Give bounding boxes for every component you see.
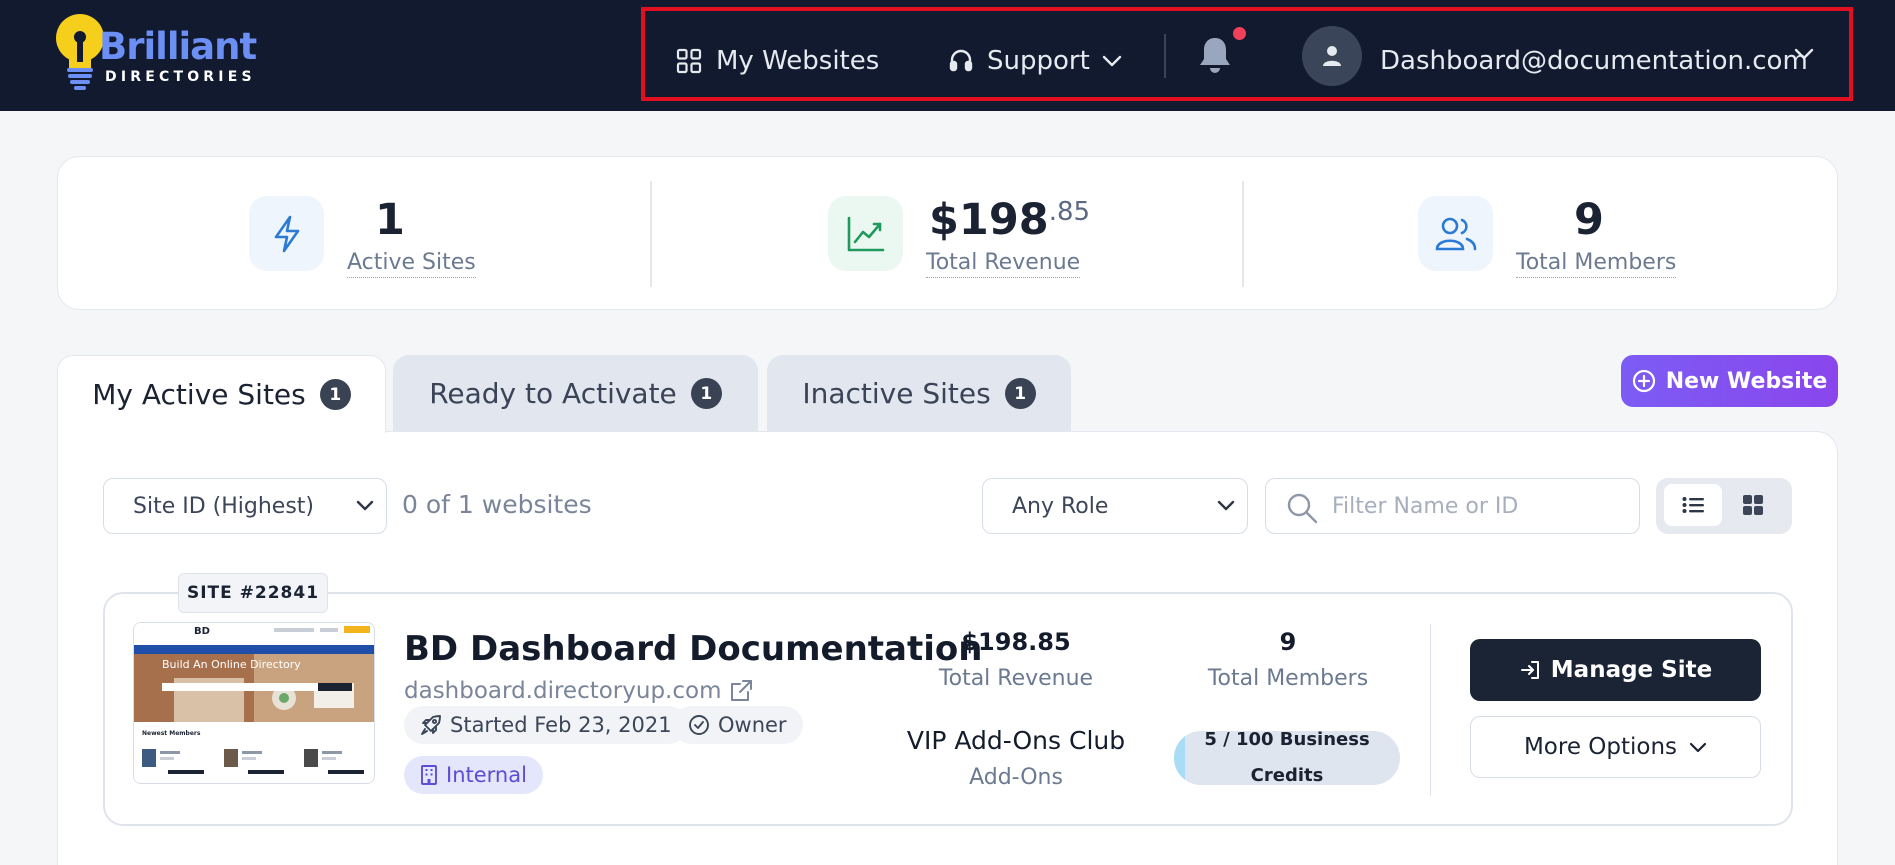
total-revenue-value: $198.85	[929, 199, 1090, 242]
tab-label: Ready to Activate	[429, 377, 677, 410]
plus-circle-icon	[1632, 369, 1655, 393]
site-revenue-label: Total Revenue	[938, 666, 1094, 691]
started-date-text: Started Feb 23, 2021	[450, 713, 672, 737]
active-sites-label[interactable]: Active Sites	[347, 250, 476, 278]
role-select[interactable]: Any Role	[982, 478, 1248, 534]
sort-selected-value: Site ID (Highest)	[133, 493, 315, 519]
brand-subtitle: DIRECTORIES	[105, 69, 256, 85]
user-avatar[interactable]	[1302, 26, 1362, 86]
new-website-label: New Website	[1665, 368, 1828, 394]
chevron-down-icon	[1217, 500, 1235, 511]
brand-logo[interactable]: Brilliant DIRECTORIES	[55, 12, 275, 92]
trending-up-icon	[847, 216, 884, 251]
view-toggle	[1656, 478, 1792, 534]
grid-icon	[676, 48, 702, 74]
stats-divider	[1242, 181, 1244, 287]
site-id-badge: SITE #22841	[178, 573, 328, 613]
new-website-button[interactable]: New Website	[1621, 355, 1838, 407]
grid-view-button[interactable]	[1724, 484, 1782, 526]
total-revenue-label[interactable]: Total Revenue	[926, 250, 1081, 278]
addon-value: VIP Add-Ons Club	[906, 726, 1126, 755]
lightning-icon	[274, 215, 299, 252]
site-url-link[interactable]: dashboard.directoryup.com	[404, 678, 754, 704]
support-menu[interactable]: Support	[949, 41, 1122, 81]
top-navigation-bar: Brilliant DIRECTORIES My Websites Suppor…	[0, 0, 1895, 111]
lightbulb-logo-icon	[56, 14, 104, 90]
tab-label: Inactive Sites	[802, 377, 991, 410]
notification-bell-icon[interactable]	[1198, 35, 1232, 75]
internal-tag: Internal	[404, 756, 543, 794]
more-options-button[interactable]: More Options	[1470, 716, 1761, 778]
active-sites-value: 1	[375, 195, 405, 245]
manage-site-label: Manage Site	[1550, 657, 1713, 683]
nav-divider	[1164, 34, 1166, 78]
site-url: dashboard.directoryup.com	[404, 678, 722, 704]
list-icon	[1682, 497, 1704, 513]
tab-my-active-sites[interactable]: My Active Sites 1	[57, 355, 386, 433]
building-icon	[421, 765, 437, 785]
tab-count-badge: 1	[319, 379, 351, 410]
check-circle-icon	[689, 715, 709, 735]
website-preview-image: BD Build An Online Directory Newest Memb…	[134, 623, 374, 783]
role-text: Owner	[718, 713, 787, 737]
card-divider	[1430, 624, 1431, 796]
chevron-down-icon	[1689, 742, 1707, 752]
notification-dot	[1233, 27, 1246, 40]
sign-in-icon	[1520, 661, 1539, 679]
more-options-label: More Options	[1523, 734, 1678, 760]
search-icon	[1287, 493, 1318, 524]
total-members-label[interactable]: Total Members	[1516, 250, 1677, 278]
tab-count-badge: 1	[1004, 378, 1036, 409]
thumb-headline: Build An Online Directory	[162, 658, 301, 671]
results-count: 0 of 1 websites	[402, 490, 592, 519]
trend-icon-tile	[828, 196, 903, 271]
site-members-value: 9	[1279, 628, 1297, 656]
revenue-cents: .85	[1048, 197, 1091, 227]
internal-tag-text: Internal	[446, 763, 527, 787]
list-view-button[interactable]	[1664, 484, 1722, 526]
started-date-pill: Started Feb 23, 2021	[404, 706, 688, 744]
lightning-icon-tile	[249, 196, 324, 271]
tab-label: My Active Sites	[92, 378, 306, 411]
users-icon	[1435, 217, 1476, 250]
chevron-down-icon[interactable]	[1794, 48, 1814, 60]
tab-ready-to-activate[interactable]: Ready to Activate 1	[393, 355, 758, 432]
support-label: Support	[987, 46, 1090, 76]
site-thumbnail[interactable]: BD Build An Online Directory Newest Memb…	[133, 622, 375, 784]
headset-icon	[949, 49, 973, 72]
sort-select[interactable]: Site ID (Highest)	[103, 478, 387, 534]
thumb-section: Newest Members	[142, 730, 201, 737]
stats-divider	[650, 181, 652, 287]
role-pill: Owner	[672, 706, 803, 744]
user-icon	[1323, 46, 1341, 66]
search-box	[1265, 478, 1640, 534]
my-websites-link[interactable]: My Websites	[676, 41, 879, 81]
tab-inactive-sites[interactable]: Inactive Sites 1	[767, 355, 1071, 432]
search-input[interactable]	[1332, 487, 1622, 525]
site-members-label: Total Members	[1207, 666, 1369, 691]
tab-count-badge: 1	[690, 378, 722, 409]
chevron-down-icon	[356, 500, 374, 511]
user-email[interactable]: Dashboard@documentation.com	[1380, 41, 1808, 81]
external-link-icon	[730, 680, 752, 701]
stats-summary-card: 1 Active Sites $198.85 Total Revenue 9 T…	[57, 156, 1838, 310]
brand-name: Brilliant	[99, 25, 257, 68]
grid-icon	[1743, 495, 1763, 515]
total-members-value: 9	[1574, 195, 1604, 245]
credits-text: 5 / 100 Business Credits	[1204, 731, 1370, 785]
chevron-down-icon	[1102, 55, 1121, 67]
thumb-logo: BD	[194, 626, 210, 637]
role-selected-value: Any Role	[1012, 493, 1109, 519]
revenue-dollars: $198	[929, 195, 1049, 245]
manage-site-button[interactable]: Manage Site	[1470, 639, 1761, 701]
my-websites-label: My Websites	[716, 46, 880, 76]
site-revenue-value: $198.85	[961, 628, 1071, 656]
users-icon-tile	[1418, 196, 1493, 271]
rocket-icon	[421, 715, 441, 735]
business-credits-progress: 5 / 100 Business Credits	[1174, 731, 1400, 785]
addon-label: Add-Ons	[969, 765, 1063, 790]
account-nav-group: My Websites Support Dashboard@documentat…	[641, 7, 1853, 101]
